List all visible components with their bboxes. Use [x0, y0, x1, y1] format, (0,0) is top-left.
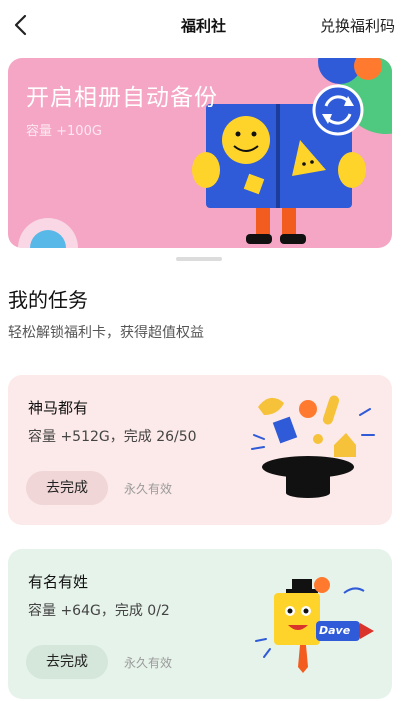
name-tag-text: Dave: [319, 624, 351, 637]
banner-subtitle: 容量 +100G: [26, 124, 102, 139]
task-description: 容量 +512G，完成 26/50: [28, 429, 197, 445]
section-title: 我的任务: [8, 288, 88, 312]
task-validity: 永久有效: [124, 482, 173, 496]
task-card: Dave 有名有姓 容量 +64G，完成 0/2 去完成 永久有效: [8, 549, 392, 699]
section-subtitle: 轻松解锁福利卡，获得超值权益: [8, 325, 204, 341]
album-backup-banner[interactable]: 开启相册自动备份 容量 +100G: [8, 58, 392, 248]
task-card: 神马都有 容量 +512G，完成 26/50 去完成 永久有效: [8, 375, 392, 525]
drag-handle[interactable]: [176, 257, 222, 261]
complete-task-button[interactable]: 去完成: [26, 471, 108, 505]
task-validity: 永久有效: [124, 656, 173, 670]
task-description: 容量 +64G，完成 0/2: [28, 603, 170, 619]
top-bar: 福利社 兑换福利码: [0, 0, 407, 52]
redeem-code-link[interactable]: 兑换福利码: [320, 15, 395, 36]
task-name: 有名有姓: [28, 573, 89, 591]
sync-icon: [312, 84, 364, 136]
complete-task-button[interactable]: 去完成: [26, 645, 108, 679]
banner-title: 开启相册自动备份: [26, 85, 218, 111]
task-name: 神马都有: [28, 399, 89, 417]
